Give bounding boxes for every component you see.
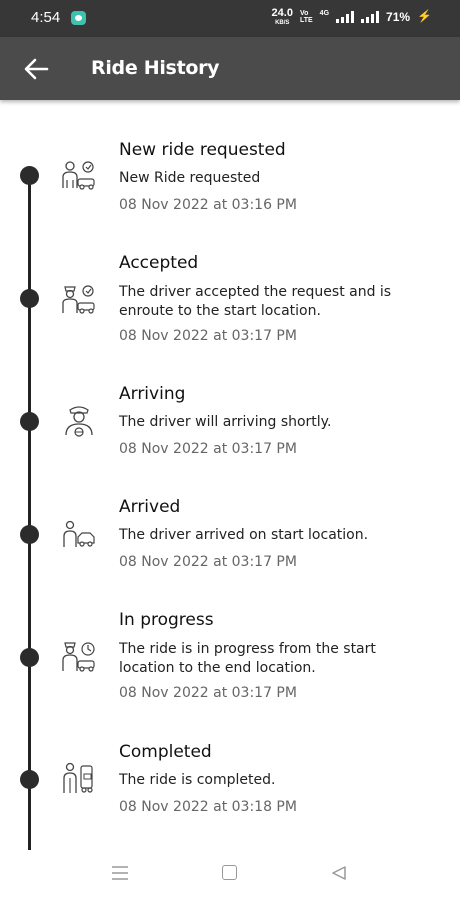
timeline-item-description: The driver accepted the request and is e… — [119, 284, 392, 319]
app-bar: Ride History — [0, 37, 460, 100]
timeline-dot — [20, 289, 39, 308]
volte-indicator: Vo LTE — [299, 10, 313, 24]
recent-apps-icon[interactable] — [112, 866, 128, 880]
timeline-item-time: 08 Nov 2022 at 03:17 PM — [119, 441, 297, 457]
timeline-item-title: Arrived — [119, 497, 181, 517]
signal-icon-2 — [361, 11, 380, 23]
timeline-item-description: The driver arrived on start location. — [119, 527, 369, 543]
ride-in-progress-icon — [62, 642, 95, 672]
timeline-item-time: 08 Nov 2022 at 03:16 PM — [119, 197, 297, 213]
timeline-item-title: Accepted — [119, 253, 199, 273]
timeline-item-time: 08 Nov 2022 at 03:17 PM — [119, 328, 297, 344]
driver-accepted-icon — [62, 285, 95, 314]
driver-arrived-icon — [63, 520, 95, 547]
timeline-item-description: The ride is completed. — [119, 772, 276, 788]
timeline-item-title: Completed — [119, 742, 212, 762]
timeline-item-title: New ride requested — [119, 140, 286, 160]
timeline-line — [28, 175, 31, 850]
timeline-item-title: In progress — [119, 610, 214, 630]
driver-arriving-icon — [65, 406, 93, 437]
timeline-dot — [20, 412, 39, 431]
timeline-dot — [20, 166, 39, 185]
timeline-item-time: 08 Nov 2022 at 03:17 PM — [119, 554, 297, 570]
timeline-dot — [20, 525, 39, 544]
battery-percent: 71% — [386, 10, 411, 24]
network-speed: 24.0 KB/S — [271, 7, 293, 27]
back-arrow-icon[interactable] — [23, 57, 49, 81]
status-time: 4:54 — [31, 9, 61, 26]
navigation-bar — [0, 850, 460, 900]
timeline-dot — [20, 648, 39, 667]
signal-icon — [336, 11, 355, 23]
home-icon[interactable] — [222, 865, 237, 880]
timeline-item-description: The driver will arriving shortly. — [119, 414, 332, 430]
timeline-item-description: The ride is in progress from the start l… — [119, 641, 376, 676]
charging-icon: ⚡ — [417, 9, 432, 23]
timeline-item-time: 08 Nov 2022 at 03:17 PM — [119, 685, 297, 701]
timeline-item-description: New Ride requested — [119, 170, 261, 186]
ride-completed-icon — [63, 762, 93, 793]
chat-notification-icon — [71, 11, 86, 25]
ride-request-icon — [62, 161, 95, 190]
page-title: Ride History — [91, 57, 220, 79]
timeline-item-title: Arriving — [119, 384, 186, 404]
network-type: 4G — [319, 10, 330, 17]
status-bar: 4:54 24.0 KB/S Vo LTE 4G 71% ⚡ — [0, 0, 460, 37]
timeline-item-time: 08 Nov 2022 at 03:18 PM — [119, 799, 297, 815]
timeline-dot — [20, 770, 39, 789]
back-triangle-icon[interactable] — [331, 865, 347, 881]
